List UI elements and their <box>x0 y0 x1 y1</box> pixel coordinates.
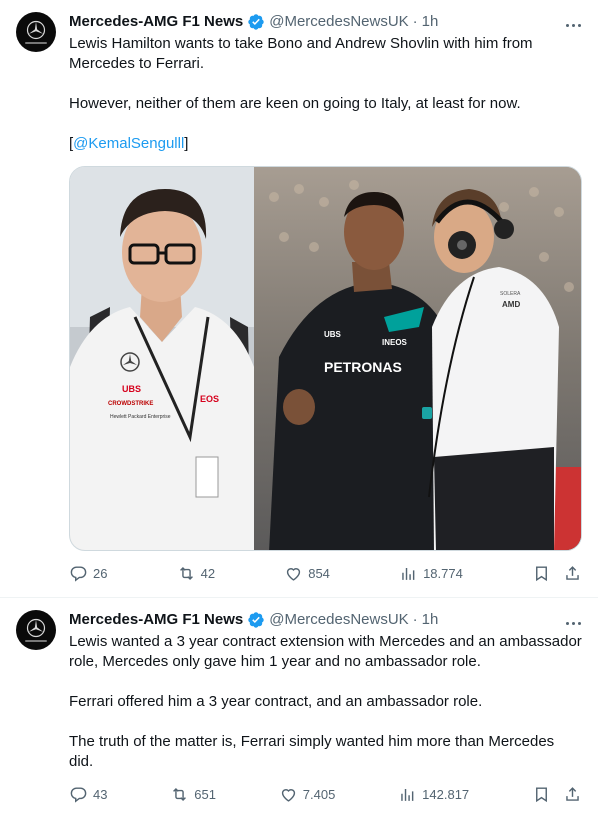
tweet-actions: 26 42 854 18.774 <box>69 563 582 583</box>
reply-button[interactable]: 26 <box>69 564 107 583</box>
views-icon <box>401 788 414 801</box>
verified-badge-icon <box>247 13 265 31</box>
repost-button[interactable]: 42 <box>177 564 215 583</box>
avatar[interactable] <box>16 610 56 650</box>
tweet-header: Mercedes-AMG F1 News @MercedesNewsUK · 1… <box>69 12 582 32</box>
tweet[interactable]: Mercedes-AMG F1 News @MercedesNewsUK · 1… <box>0 598 598 815</box>
more-dots-icon[interactable] <box>564 14 582 31</box>
reply-count: 26 <box>93 565 108 581</box>
separator: · <box>412 611 418 628</box>
reply-icon <box>70 786 87 803</box>
like-button[interactable]: 7.405 <box>279 785 336 804</box>
reply-count: 43 <box>93 786 108 802</box>
views-count: 142.817 <box>422 786 470 802</box>
photo-right[interactable]: PETRONAS UBS INEOS AMD SOLERA <box>254 167 581 550</box>
tweet-paragraph: However, neither of them are keen on goi… <box>69 95 521 112</box>
shirt-logo: Hewlett Packard Enterprise <box>110 414 171 420</box>
mercedes-star-icon <box>26 20 46 40</box>
svg-text:EOS: EOS <box>200 394 219 404</box>
photo-credit: [@KemalSengulll] <box>69 135 189 152</box>
mercedes-star-icon <box>26 618 46 638</box>
repost-button[interactable]: 651 <box>170 785 216 804</box>
bookmark-icon[interactable] <box>532 785 551 804</box>
tweet-paragraph: The truth of the matter is, Ferrari simp… <box>69 733 555 770</box>
timestamp[interactable]: 1h <box>422 610 439 630</box>
shirt-logo: PETRONAS <box>324 359 402 375</box>
shirt-logo: CROWDSTRIKE <box>108 401 153 407</box>
views-icon <box>402 567 415 580</box>
tweet-text: Lewis Hamilton wants to take Bono and An… <box>69 34 582 154</box>
like-count: 7.405 <box>302 786 336 802</box>
bookmark-icon[interactable] <box>532 564 551 583</box>
separator: · <box>412 13 418 30</box>
tweet-text: Lewis wanted a 3 year contract extension… <box>69 632 582 772</box>
photo-left[interactable]: UBS CROWDSTRIKE Hewlett Packard Enterpri… <box>70 167 254 550</box>
more-dots-icon[interactable] <box>564 612 582 629</box>
photo-right-illustration: PETRONAS UBS INEOS AMD SOLERA <box>254 167 581 550</box>
shirt-logo: INEOS <box>382 338 408 347</box>
views-button[interactable]: 18.774 <box>399 564 463 583</box>
tweet-paragraph: Lewis wanted a 3 year contract extension… <box>69 633 582 670</box>
shirt-logo: UBS <box>122 384 141 394</box>
like-button[interactable]: 854 <box>284 564 330 583</box>
heart-icon <box>287 567 301 581</box>
tweet-paragraph: Ferrari offered him a 3 year contract, a… <box>69 693 483 710</box>
heart-icon <box>281 788 295 802</box>
mention-link[interactable]: @KemalSengulll <box>73 135 184 152</box>
views-button[interactable]: 142.817 <box>398 785 469 804</box>
reply-icon <box>70 565 87 582</box>
like-count: 854 <box>308 565 330 581</box>
tweet-actions: 43 651 7.405 142.817 <box>69 784 582 804</box>
shirt-logo: AMD <box>502 300 520 309</box>
author-name[interactable]: Mercedes-AMG F1 News <box>69 12 243 32</box>
repost-count: 651 <box>194 786 216 802</box>
tweet-paragraph: Lewis Hamilton wants to take Bono and An… <box>69 35 533 72</box>
photo-left-illustration: UBS CROWDSTRIKE Hewlett Packard Enterpri… <box>70 167 254 550</box>
author-handle[interactable]: @MercedesNewsUK <box>269 610 408 630</box>
repost-count: 42 <box>200 565 216 581</box>
share-icon[interactable] <box>563 564 582 583</box>
shirt-logo: SOLERA <box>500 291 521 297</box>
author-name[interactable]: Mercedes-AMG F1 News <box>69 610 243 630</box>
avatar[interactable] <box>16 12 56 52</box>
verified-badge-icon <box>247 611 265 629</box>
tweet[interactable]: Mercedes-AMG F1 News @MercedesNewsUK · 1… <box>0 0 598 598</box>
tweet-header: Mercedes-AMG F1 News @MercedesNewsUK · 1… <box>69 610 582 630</box>
shirt-logo: UBS <box>324 330 342 339</box>
views-count: 18.774 <box>423 565 463 581</box>
repost-icon <box>179 566 193 580</box>
timestamp[interactable]: 1h <box>422 12 439 32</box>
tweet-media[interactable]: UBS CROWDSTRIKE Hewlett Packard Enterpri… <box>69 166 582 551</box>
reply-button[interactable]: 43 <box>69 785 107 804</box>
share-icon[interactable] <box>563 785 582 804</box>
repost-icon <box>173 787 187 801</box>
author-handle[interactable]: @MercedesNewsUK <box>269 12 408 32</box>
